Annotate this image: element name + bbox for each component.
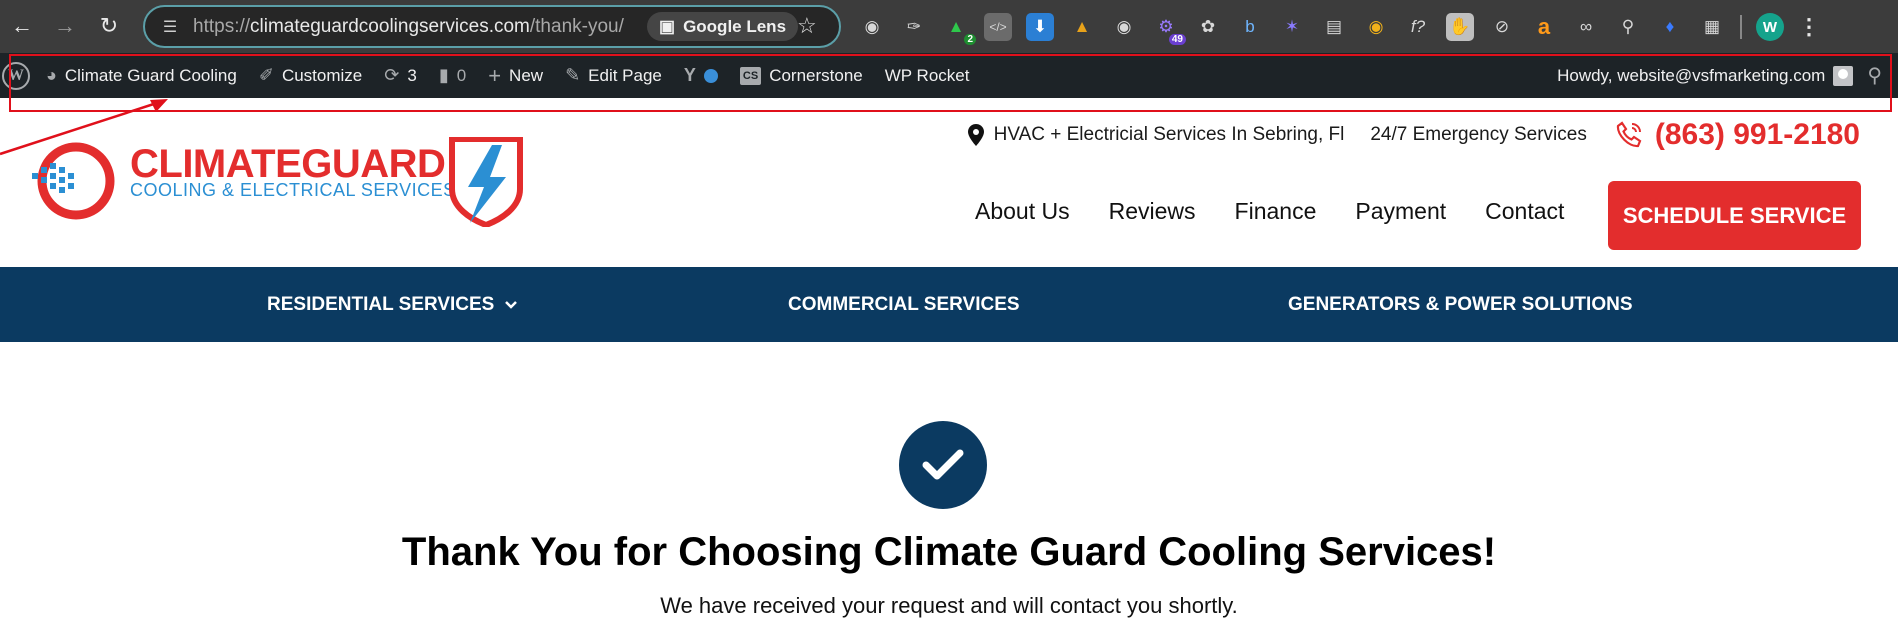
reload-button[interactable]: ↻	[93, 10, 125, 42]
camera-extension-icon[interactable]: ◉	[858, 13, 886, 41]
nav-finance[interactable]: Finance	[1235, 198, 1317, 225]
dog-extension-icon[interactable]: ▲	[1068, 13, 1096, 41]
thank-you-subtitle: We have received your request and will c…	[660, 593, 1238, 618]
extensions-row: ◉ ✑ ▲ 2 </> ⬇ ▲ ◉ ⚙ 49 ✿ b ✶ ▤ ◉ f? ✋ ⊘ a …	[858, 10, 1820, 45]
checkmark-icon	[922, 449, 964, 480]
menu-kebab-icon[interactable]: ⋮	[1798, 14, 1820, 40]
nav-about-us[interactable]: About Us	[975, 198, 1070, 225]
link-extension-icon[interactable]: ∞	[1572, 13, 1600, 41]
eyedropper-extension-icon[interactable]: ✑	[900, 13, 928, 41]
phone-link[interactable]: (863) 991-2180	[1613, 118, 1860, 152]
color-wheel-extension-icon[interactable]: ◉	[1362, 13, 1390, 41]
nav-commercial-services[interactable]: COMMERCIAL SERVICES	[788, 267, 1020, 342]
tag-extension-icon[interactable]: ♦	[1656, 13, 1684, 41]
admin-account[interactable]: Howdy, website@vsfmarketing.com	[1557, 65, 1854, 86]
admin-yoast[interactable]: Y	[684, 65, 718, 86]
user-avatar	[1833, 65, 1854, 86]
admin-comments[interactable]: ▮ 0	[439, 65, 466, 86]
dashboard-gauge-icon: ◕	[46, 65, 57, 85]
paintbrush-icon: ✐	[258, 65, 274, 85]
admin-customize[interactable]: ✐ Customize	[259, 65, 362, 86]
admin-wp-rocket[interactable]: WP Rocket	[885, 66, 970, 86]
schedule-service-button[interactable]: SCHEDULE SERVICE	[1608, 181, 1861, 250]
profile-avatar[interactable]: W	[1756, 13, 1784, 41]
toolbar-divider	[1740, 15, 1742, 39]
screenshot-extension-icon[interactable]: ◉	[1110, 13, 1138, 41]
back-button[interactable]: ←	[6, 10, 38, 42]
site-logo[interactable]: CLIMATEGUARD COOLING & ELECTRICAL SERVIC…	[28, 137, 528, 227]
admin-cornerstone[interactable]: CS Cornerstone	[739, 66, 863, 86]
nav-residential-services[interactable]: RESIDENTIAL SERVICES	[267, 267, 518, 342]
site-settings-icon[interactable]: ☰	[153, 17, 187, 37]
cornerstone-icon: CS	[739, 66, 762, 85]
translate-extension-icon[interactable]: ▤	[1320, 13, 1348, 41]
logo-globe-icon	[32, 142, 115, 220]
plus-icon: +	[488, 62, 502, 88]
admin-edit-page[interactable]: ✎ Edit Page	[565, 65, 662, 86]
nav-reviews[interactable]: Reviews	[1109, 198, 1196, 225]
services-nav: RESIDENTIAL SERVICES COMMERCIAL SERVICES…	[0, 267, 1898, 342]
bookmark-star-icon[interactable]: ☆	[797, 13, 817, 39]
emergency-label: 24/7 Emergency Services	[1370, 124, 1587, 145]
admin-new[interactable]: + New	[488, 63, 543, 89]
admin-bar-right: Howdy, website@vsfmarketing.com ⚲	[1557, 53, 1882, 98]
forward-button[interactable]: →	[49, 10, 81, 42]
seo-extension-icon[interactable]: ▲ 2	[942, 13, 976, 45]
phone-icon	[1616, 121, 1642, 148]
nav-payment[interactable]: Payment	[1355, 198, 1446, 225]
spark-extension-icon[interactable]: ✶	[1278, 13, 1306, 41]
browser-toolbar: ← → ↻ ☰ https://climateguardcoolingservi…	[0, 0, 1898, 53]
analytics-extension-icon[interactable]: ✿	[1194, 13, 1222, 41]
hand-extension-icon[interactable]: ✋	[1446, 13, 1474, 41]
logo-tagline: COOLING & ELECTRICAL SERVICES	[130, 180, 456, 200]
download-extension-icon[interactable]: ⬇	[1026, 13, 1054, 41]
b-extension-icon[interactable]: b	[1236, 13, 1264, 41]
amazon-extension-icon[interactable]: a	[1530, 13, 1558, 41]
gear-extension-icon[interactable]: ⚙ 49	[1152, 13, 1186, 45]
location-info: HVAC + Electricial Services In Sebring, …	[967, 124, 1344, 146]
hide-extension-icon[interactable]: ⊘	[1488, 13, 1516, 41]
puzzle-extensions-icon[interactable]: ▦	[1698, 13, 1726, 41]
address-url[interactable]: https://climateguardcoolingservices.com/…	[193, 16, 624, 38]
font-extension-icon[interactable]: f?	[1404, 13, 1432, 41]
seo-status-dot	[703, 68, 718, 83]
search-extension-icon[interactable]: ⚲	[1614, 13, 1642, 41]
main-nav: About Us Reviews Finance Payment Contact	[975, 198, 1564, 225]
map-pin-icon	[967, 124, 984, 146]
search-icon[interactable]: ⚲	[1867, 63, 1882, 88]
wordpress-logo-icon[interactable]: W	[2, 61, 30, 90]
google-lens-button[interactable]: ▣ Google Lens	[647, 12, 799, 41]
arrow-right-icon: →	[54, 13, 76, 38]
success-check-badge	[899, 421, 987, 509]
nav-contact[interactable]: Contact	[1485, 198, 1564, 225]
yoast-icon: Y	[683, 65, 696, 85]
header-topline: HVAC + Electricial Services In Sebring, …	[967, 118, 1860, 152]
admin-updates[interactable]: ⟳ 3	[384, 65, 417, 86]
thank-you-title: Thank You for Choosing Climate Guard Coo…	[401, 530, 1497, 574]
admin-site-name[interactable]: ◕ Climate Guard Cooling	[46, 65, 237, 86]
wp-admin-bar: W ◕ Climate Guard Cooling ✐ Customize ⟳ …	[0, 53, 1898, 98]
nav-generators-power[interactable]: GENERATORS & POWER SOLUTIONS	[1288, 267, 1633, 342]
code-extension-icon[interactable]: </>	[984, 13, 1012, 41]
address-bar[interactable]: ☰ https://climateguardcoolingservices.co…	[143, 5, 841, 48]
logo-shield-bolt-icon	[449, 137, 523, 227]
reload-icon: ↻	[99, 13, 119, 38]
pencil-icon: ✎	[565, 65, 581, 85]
lens-icon: ▣	[659, 16, 676, 36]
updates-icon: ⟳	[384, 65, 400, 85]
arrow-left-icon: ←	[11, 13, 33, 38]
chevron-down-icon	[505, 300, 518, 309]
comment-bubble-icon: ▮	[438, 65, 449, 85]
